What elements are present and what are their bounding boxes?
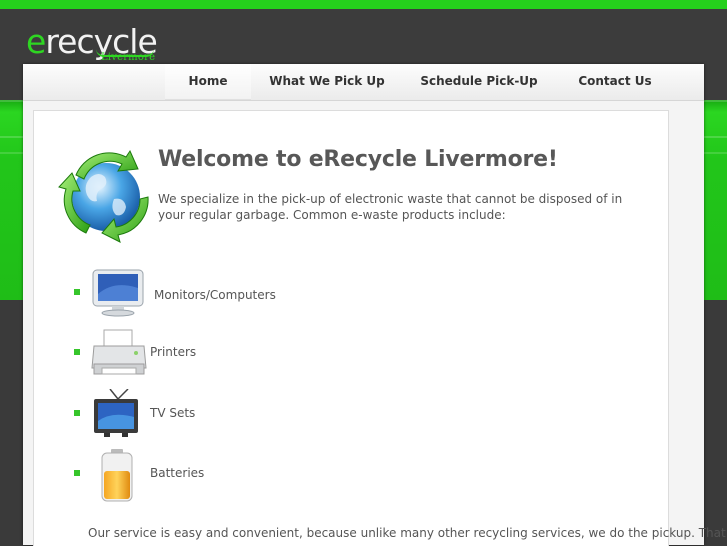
nav-contact-us[interactable]: Contact Us bbox=[567, 64, 663, 100]
bullet-icon bbox=[74, 349, 80, 355]
printers-label: Printers bbox=[150, 345, 197, 359]
monitors-label: Monitors/Computers bbox=[154, 288, 276, 302]
page-title: Welcome to eRecycle Livermore! bbox=[158, 147, 558, 172]
batteries-label: Batteries bbox=[150, 466, 205, 480]
logo-subtitle: Livermore bbox=[101, 52, 156, 63]
printer-icon bbox=[91, 329, 147, 375]
recycle-globe-icon bbox=[58, 149, 149, 243]
main-content: Welcome to eRecycle Livermore! We specia… bbox=[33, 110, 726, 546]
battery-icon bbox=[101, 449, 133, 502]
page-container: Home What We Pick Up Schedule Pick-Up Co… bbox=[23, 64, 726, 546]
top-green-strip bbox=[0, 0, 727, 9]
tv-icon bbox=[94, 389, 138, 437]
service-description-text: Our service is easy and convenient, beca… bbox=[88, 526, 726, 540]
list-item-monitors: Monitors/Computers bbox=[74, 268, 474, 320]
monitor-icon bbox=[92, 269, 144, 317]
list-item-printers: Printers bbox=[74, 328, 474, 380]
main-nav: Home What We Pick Up Schedule Pick-Up Co… bbox=[23, 64, 704, 101]
list-item-batteries: Batteries bbox=[74, 449, 474, 502]
nav-what-we-pick-up[interactable]: What We Pick Up bbox=[263, 64, 391, 100]
tv-sets-label: TV Sets bbox=[150, 406, 196, 420]
list-item-tv: TV Sets bbox=[74, 389, 474, 441]
bullet-icon bbox=[74, 289, 80, 295]
nav-schedule-pick-up[interactable]: Schedule Pick-Up bbox=[411, 64, 547, 100]
site-logo[interactable]: erecycle Livermore bbox=[26, 22, 166, 66]
intro-text: We specialize in the pick-up of electron… bbox=[158, 192, 623, 222]
bullet-icon bbox=[74, 470, 80, 476]
logo-e: e bbox=[26, 22, 46, 61]
bullet-icon bbox=[74, 410, 80, 416]
nav-home[interactable]: Home bbox=[165, 64, 251, 100]
